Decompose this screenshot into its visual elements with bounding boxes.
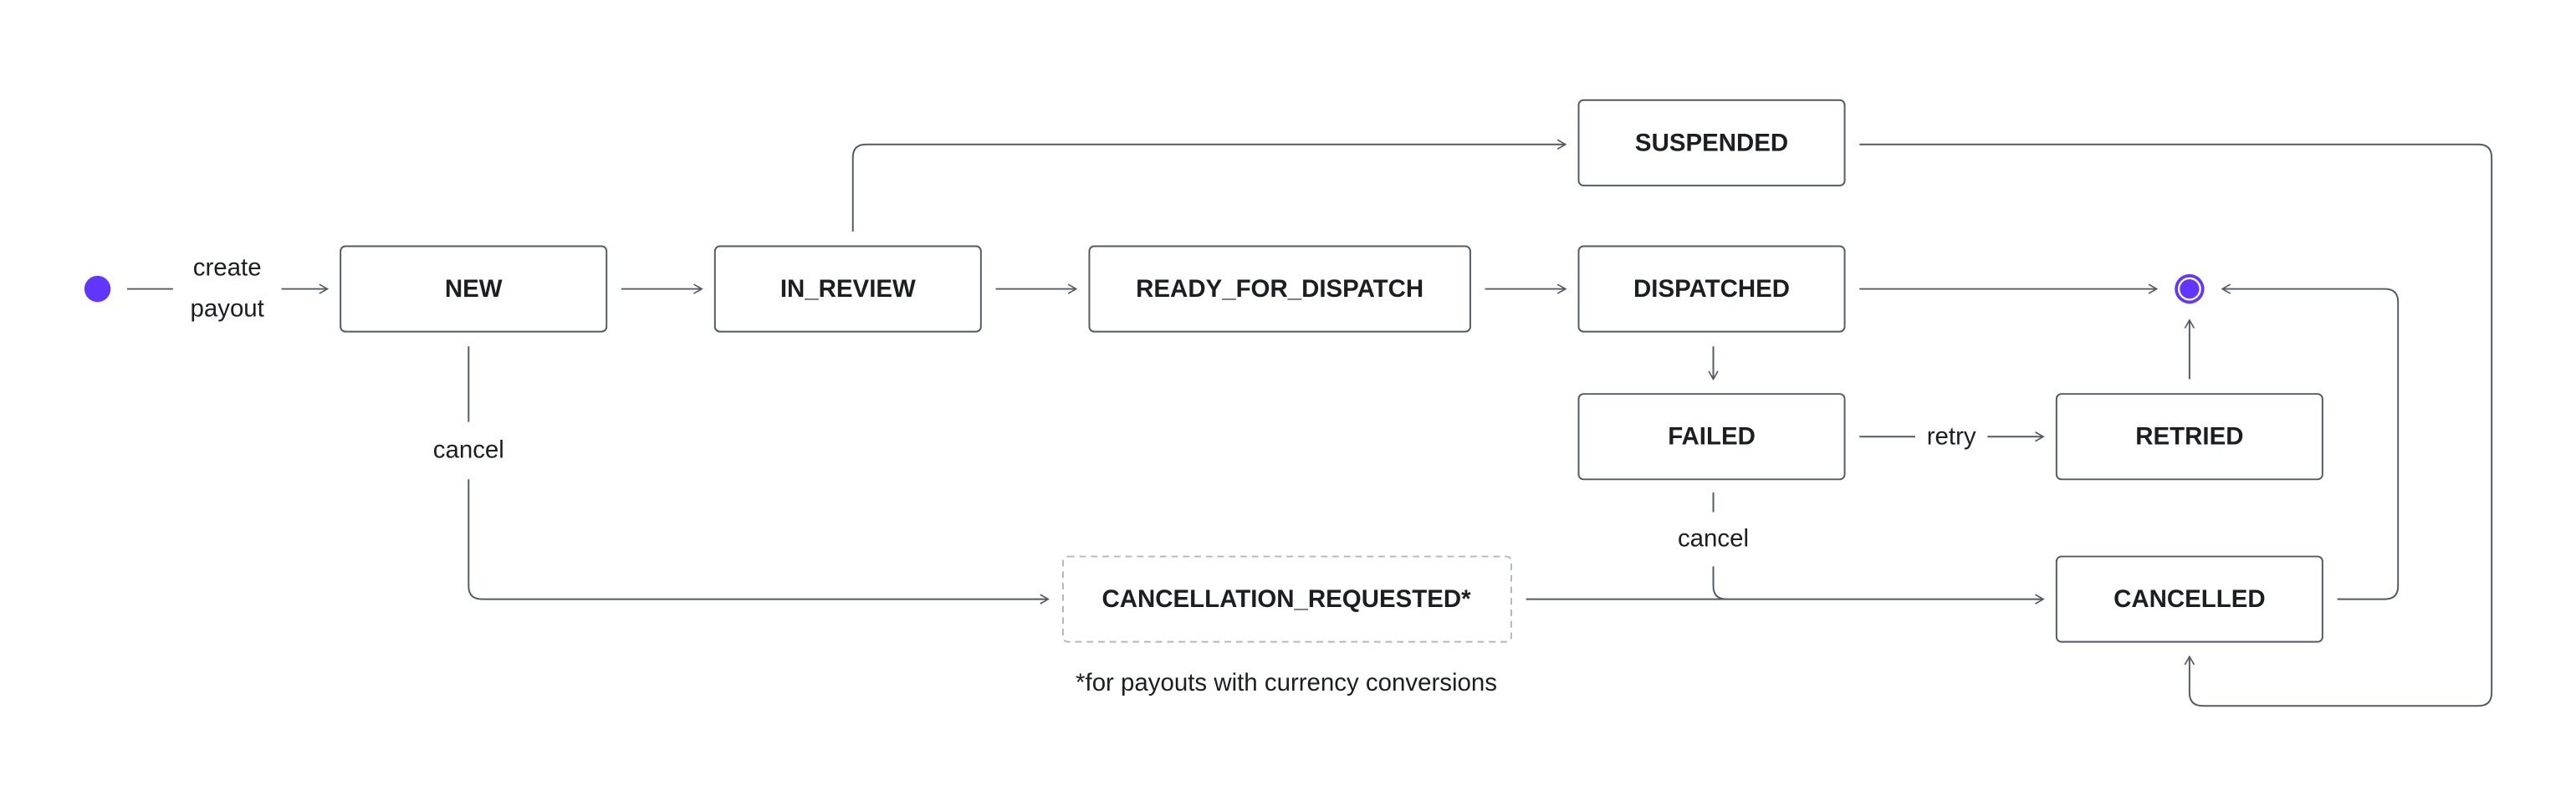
state-label: CANCELLED	[2113, 585, 2266, 613]
edge-failed-cancel-end	[1712, 566, 1727, 600]
state-label: NEW	[445, 275, 503, 303]
state-label: RETRIED	[2135, 423, 2243, 451]
state-in-review: IN_REVIEW	[713, 245, 982, 333]
edge-in-review-suspended	[851, 145, 1566, 232]
state-dispatched: DISPATCHED	[1577, 245, 1846, 333]
state-cancelled: CANCELLED	[2055, 555, 2323, 643]
edge-new-cancel-end	[468, 479, 1048, 599]
label-cancel-failed: cancel	[1678, 524, 1749, 552]
state-suspended: SUSPENDED	[1577, 99, 1846, 186]
footnote: *for payouts with currency conversions	[1076, 669, 1497, 696]
state-retried: RETRIED	[2055, 393, 2323, 481]
label-payout: payout	[190, 295, 263, 323]
state-cancellation-requested: CANCELLATION_REQUESTED*	[1062, 555, 1512, 643]
state-label: IN_REVIEW	[780, 275, 916, 303]
state-label: READY_FOR_DISPATCH	[1136, 275, 1423, 303]
state-label: FAILED	[1668, 423, 1756, 451]
end-node-icon	[2175, 273, 2205, 304]
state-label: SUSPENDED	[1635, 129, 1788, 156]
start-node-icon	[84, 275, 111, 303]
label-cancel-new: cancel	[433, 436, 504, 463]
state-ready-for-dispatch: READY_FOR_DISPATCH	[1088, 245, 1471, 333]
label-create: create	[193, 254, 262, 282]
payout-state-diagram: create payout cancel cancel retry NEW IN…	[84, 99, 2493, 707]
state-label: CANCELLATION_REQUESTED*	[1102, 585, 1472, 613]
label-retry: retry	[1927, 423, 1976, 451]
state-failed: FAILED	[1577, 393, 1846, 481]
state-new: NEW	[340, 245, 608, 333]
state-label: DISPATCHED	[1633, 275, 1790, 303]
